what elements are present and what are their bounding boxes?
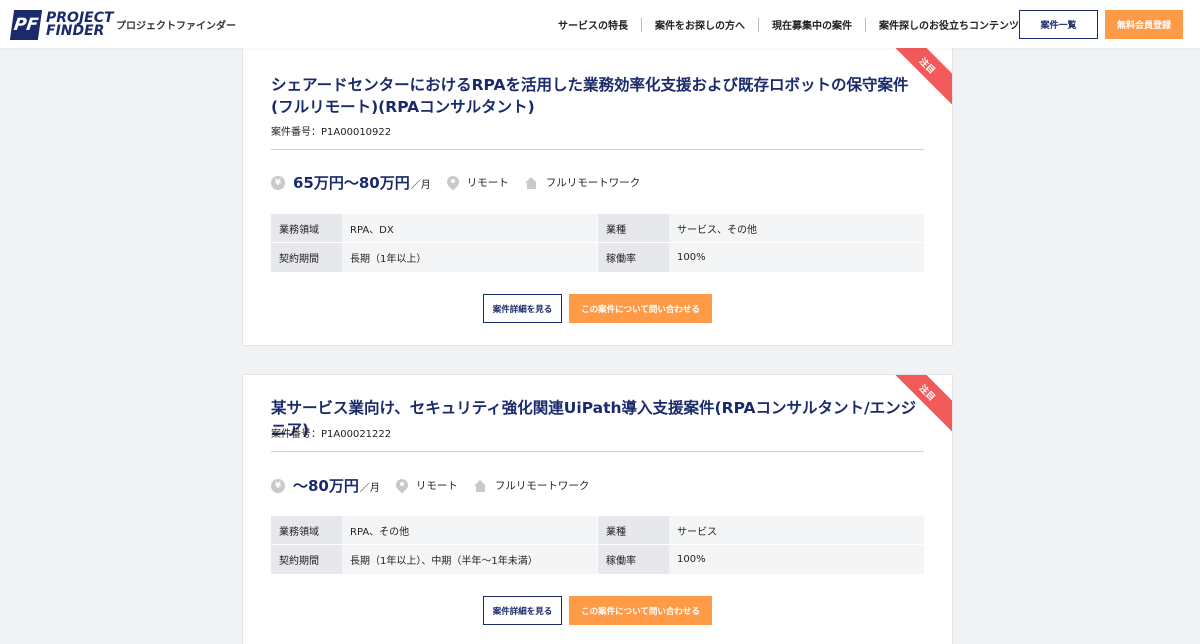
project-card: 注目 某サービス業向け、セキュリティ強化関連UiPath導入支援案件(RPAコン… [242,374,953,644]
table-row: 契約期間 長期（1年以上）、中期（半年〜1年未満） 稼働率 100% [271,545,924,574]
brand-subtitle: プロジェクトファインダー [116,21,236,32]
spec-key: 稼働率 [598,545,669,574]
project-list-button[interactable]: 案件一覧 [1019,10,1098,39]
home-icon [473,479,487,492]
nav-useful-content[interactable]: 案件探しのお役立ちコンテンツ [879,17,1019,32]
inquire-button[interactable]: この案件について問い合わせる [569,294,712,323]
free-register-button[interactable]: 無料会員登録 [1105,10,1183,39]
view-details-button[interactable]: 案件詳細を見る [483,596,562,625]
work-style-text: フルリモートワーク [545,177,641,189]
card-actions: 案件詳細を見る この案件について問い合わせる [483,596,712,625]
nav-features[interactable]: サービスの特長 [558,17,628,32]
pin-icon [396,479,408,493]
nav-divider [641,17,642,32]
price: 〜80万円 ／月 [293,475,380,496]
pin-icon [447,176,459,190]
nav-divider [865,17,866,32]
project-meta: ¥ 65万円〜80万円 ／月 リモート フルリモートワーク [271,172,640,193]
inquire-button[interactable]: この案件について問い合わせる [569,596,712,625]
main-nav: サービスの特長 案件をお探しの方へ 現在募集中の案件 案件探しのお役立ちコンテン… [558,17,1019,32]
spec-value: サービス [669,516,924,545]
spec-value: 長期（1年以上）、中期（半年〜1年未満） [342,545,597,574]
spec-key: 稼働率 [598,243,669,272]
table-row: 業務領域 RPA、その他 業種 サービス [271,516,924,545]
view-details-button[interactable]: 案件詳細を見る [483,294,562,323]
project-title[interactable]: シェアードセンターにおけるRPAを活用した業務効率化支援および既存ロボットの保守… [271,74,921,118]
spec-value: RPA、その他 [342,516,597,545]
price-value: 〜80万円 [293,477,359,495]
price: 65万円〜80万円 ／月 [293,172,431,193]
spec-table: 業務領域 RPA、その他 業種 サービス 契約期間 長期（1年以上）、中期（半年… [271,516,924,574]
location-text: リモート [415,480,458,492]
spec-table: 業務領域 RPA、DX 業種 サービス、その他 契約期間 長期（1年以上） 稼働… [271,214,924,272]
project-meta: ¥ 〜80万円 ／月 リモート フルリモートワーク [271,475,589,496]
divider [271,451,924,452]
spec-value: 100% [669,545,924,574]
price-value: 65万円〜80万円 [293,174,410,192]
yen-icon: ¥ [271,478,285,493]
logo-mark: PF [9,9,43,40]
divider [271,149,924,150]
spec-value: サービス、その他 [669,214,924,243]
spec-key: 業種 [598,214,669,243]
spec-value: 長期（1年以上） [342,243,597,272]
price-unit: ／月 [359,483,380,494]
project-number: 案件番号：P1A00010922 [271,127,392,138]
project-card: 注目 シェアードセンターにおけるRPAを活用した業務効率化支援および既存ロボット… [242,48,953,346]
logo-line2: FINDER [46,22,105,39]
site-header: PF PROJECT FINDER プロジェクトファインダー サービスの特長 案… [0,0,1200,48]
nav-divider [758,17,759,32]
work-style-text: フルリモートワーク [494,480,590,492]
table-row: 業務領域 RPA、DX 業種 サービス、その他 [271,214,924,243]
logo-text: PROJECT FINDER [46,11,114,39]
spec-key: 契約期間 [271,243,342,272]
spec-key: 業務領域 [271,214,342,243]
card-actions: 案件詳細を見る この案件について問い合わせる [483,294,712,323]
spec-value: RPA、DX [342,214,597,243]
nav-current-projects[interactable]: 現在募集中の案件 [772,17,852,32]
spec-key: 契約期間 [271,545,342,574]
price-unit: ／月 [410,180,431,191]
spec-key: 業種 [598,516,669,545]
table-row: 契約期間 長期（1年以上） 稼働率 100% [271,243,924,272]
logo[interactable]: PF PROJECT FINDER [9,9,114,40]
spec-key: 業務領域 [271,516,342,545]
home-icon [524,176,538,189]
project-number: 案件番号：P1A00021222 [271,429,392,440]
nav-for-seekers[interactable]: 案件をお探しの方へ [655,17,745,32]
yen-icon: ¥ [271,175,285,190]
location-text: リモート [466,177,509,189]
spec-value: 100% [669,243,924,272]
